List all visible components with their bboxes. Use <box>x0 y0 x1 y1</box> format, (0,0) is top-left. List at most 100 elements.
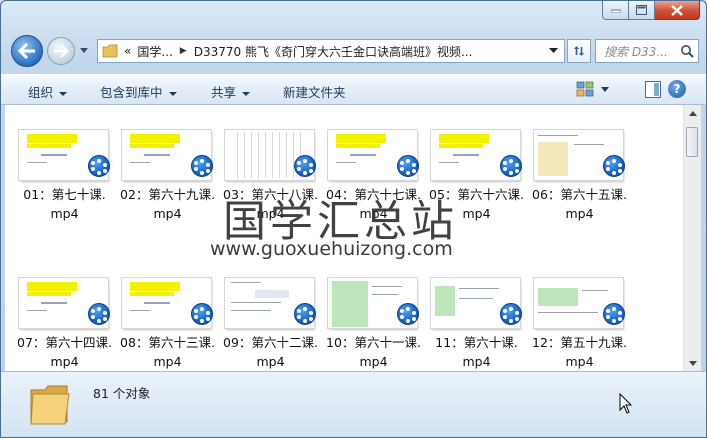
breadcrumb-overflow[interactable]: « <box>124 44 131 58</box>
view-dropdown-icon[interactable] <box>601 87 609 92</box>
scroll-down-button[interactable] <box>684 355 701 371</box>
vertical-scrollbar[interactable] <box>683 105 701 371</box>
command-bar: 组织 包含到库中 共享 新建文件夹 ? <box>1 74 706 105</box>
maximize-icon <box>636 5 647 15</box>
file-name-line: 06：第六十五课. <box>532 187 627 202</box>
file-extension: mp4 <box>153 354 182 369</box>
scroll-thumb[interactable] <box>686 127 698 157</box>
scroll-up-button[interactable] <box>684 105 701 121</box>
file-item[interactable]: 07：第六十四课. mp4 <box>5 275 112 369</box>
preview-pane-icon[interactable] <box>645 81 661 98</box>
close-icon <box>671 4 683 16</box>
caption-buttons <box>602 1 700 20</box>
file-extension: mp4 <box>565 354 594 369</box>
file-name: 06：第六十五课. mp4 <box>520 185 639 223</box>
refresh-icon <box>574 46 584 56</box>
mouse-cursor-icon <box>619 393 633 414</box>
chevron-down-icon <box>59 91 68 96</box>
chevron-down-icon <box>242 91 251 96</box>
video-file-icon <box>191 155 213 177</box>
file-extension: mp4 <box>256 354 285 369</box>
file-name-line: 07：第六十四课. <box>17 335 112 350</box>
video-file-icon <box>294 155 316 177</box>
breadcrumb-item[interactable]: 国学... <box>137 43 172 60</box>
file-extension: mp4 <box>359 354 388 369</box>
forward-button[interactable] <box>47 37 75 65</box>
video-file-icon <box>88 303 110 325</box>
video-file-icon <box>294 303 316 325</box>
file-name: 09：第六十二课. mp4 <box>211 333 330 371</box>
view-options-icon[interactable] <box>576 81 594 97</box>
close-button[interactable] <box>655 1 700 20</box>
item-count: 81 个对象 <box>93 386 151 401</box>
share-label: 共享 <box>211 85 237 100</box>
details-pane: 81 个对象 <box>1 371 706 437</box>
file-extension: mp4 <box>565 206 594 221</box>
file-name-line: 11：第六十课. <box>435 335 518 350</box>
new-folder-button[interactable]: 新建文件夹 <box>283 82 346 101</box>
search-icon[interactable] <box>680 44 694 58</box>
chevron-down-icon <box>168 91 177 96</box>
file-name-line: 02：第六十九课. <box>120 187 215 202</box>
folder-icon <box>30 385 70 425</box>
breadcrumb-separator-icon[interactable]: ▶ <box>180 46 187 56</box>
file-extension: mp4 <box>462 354 491 369</box>
organize-menu[interactable]: 组织 <box>28 82 68 101</box>
video-file-icon <box>603 303 625 325</box>
organize-label: 组织 <box>28 85 54 100</box>
file-extension: mp4 <box>153 206 182 221</box>
file-name-line: 01：第七十课. <box>23 187 106 202</box>
file-name: 10：第六十一课. mp4 <box>314 333 433 371</box>
video-file-icon <box>500 303 522 325</box>
new-folder-label: 新建文件夹 <box>283 85 346 100</box>
file-item[interactable]: 08：第六十三课. mp4 <box>108 275 215 369</box>
file-item[interactable]: 01：第七十课. mp4 <box>5 127 110 221</box>
refresh-button[interactable] <box>567 39 591 63</box>
chevron-up-icon <box>688 110 697 116</box>
file-name-line: 12：第五十九课. <box>532 335 627 350</box>
video-file-icon <box>397 303 419 325</box>
address-dropdown-icon[interactable] <box>549 48 558 54</box>
file-extension: mp4 <box>50 206 79 221</box>
video-file-icon <box>500 155 522 177</box>
maximize-button[interactable] <box>629 1 655 20</box>
file-name-line: 10：第六十一课. <box>326 335 421 350</box>
back-arrow-icon <box>18 43 35 59</box>
video-file-icon <box>88 155 110 177</box>
include-in-library-label: 包含到库中 <box>100 85 163 100</box>
video-file-icon <box>603 155 625 177</box>
file-item[interactable]: 11：第六十课. mp4 <box>417 275 522 369</box>
video-file-icon <box>397 155 419 177</box>
explorer-window: « 国学... ▶ D33770 熊飞《奇门穿大六壬金口诀高端班》视频... 搜… <box>0 0 707 438</box>
chevron-down-icon <box>688 360 697 366</box>
breadcrumb-item[interactable]: D33770 熊飞《奇门穿大六壬金口诀高端班》视频... <box>194 43 473 60</box>
minimize-icon <box>610 9 621 13</box>
search-box[interactable]: 搜索 D33... <box>595 39 699 63</box>
back-button[interactable] <box>11 35 43 67</box>
file-name-line: 08：第六十三课. <box>120 335 215 350</box>
recent-pages-dropdown-icon[interactable] <box>79 47 89 55</box>
file-name: 08：第六十三课. mp4 <box>108 333 227 371</box>
file-name: 11：第六十课. mp4 <box>417 333 536 371</box>
minimize-button[interactable] <box>602 1 629 20</box>
search-input[interactable]: 搜索 D33... <box>604 43 682 60</box>
file-name: 02：第六十九课. mp4 <box>108 185 227 223</box>
file-item[interactable]: 02：第六十九课. mp4 <box>108 127 215 221</box>
file-item[interactable]: 10：第六十一课. mp4 <box>314 275 421 369</box>
file-item[interactable]: 09：第六十二课. mp4 <box>211 275 318 369</box>
file-name: 07：第六十四课. mp4 <box>5 333 124 371</box>
help-button[interactable]: ? <box>668 80 686 98</box>
address-bar[interactable]: « 国学... ▶ D33770 熊飞《奇门穿大六壬金口诀高端班》视频... <box>97 39 565 63</box>
file-item[interactable]: 06：第六十五课. mp4 <box>520 127 627 221</box>
file-name: 01：第七十课. mp4 <box>5 185 124 223</box>
share-menu[interactable]: 共享 <box>211 82 251 101</box>
watermark-url: www.guoxuehuizong.com <box>210 238 453 260</box>
file-item[interactable]: 12：第五十九课. mp4 <box>520 275 627 369</box>
folder-icon <box>102 44 118 58</box>
file-name-line: 09：第六十二课. <box>223 335 318 350</box>
include-in-library-menu[interactable]: 包含到库中 <box>100 82 177 101</box>
forward-arrow-icon <box>54 44 69 58</box>
file-name: 12：第五十九课. mp4 <box>520 333 639 371</box>
video-file-icon <box>191 303 213 325</box>
file-extension: mp4 <box>50 354 79 369</box>
